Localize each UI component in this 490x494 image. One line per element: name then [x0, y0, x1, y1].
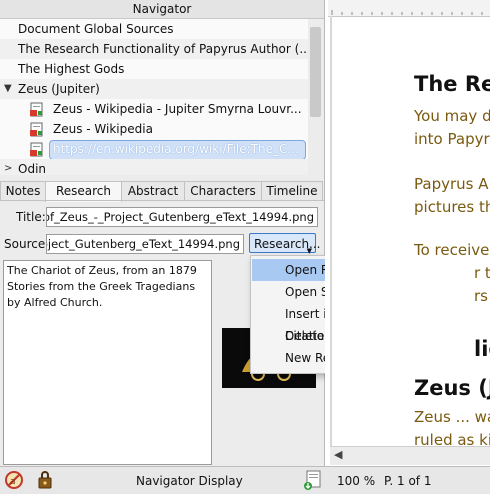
status-mode: Navigator Display [136, 474, 243, 488]
tab-notes[interactable]: Notes [0, 181, 46, 201]
research-document-icon [30, 142, 43, 157]
document-paragraph-line: You may d [414, 107, 490, 125]
source-label: Source: [4, 237, 50, 251]
document-paragraph-line: into Papyru [414, 130, 490, 148]
tree-item-label: https://en.wikipedia.org/wiki/File:The_C… [53, 142, 299, 156]
tab-timeline[interactable]: Timeline [261, 181, 323, 201]
document-heading: The Re [414, 72, 490, 96]
navigator-tabs: Notes Research Abstract Characters Timel… [0, 181, 324, 202]
source-field[interactable]: The_Chariot_of_Zeus_-_Project_Gutenberg_… [46, 234, 244, 254]
tree-item-selected[interactable]: https://en.wikipedia.org/wiki/File:The_C… [0, 139, 308, 159]
tab-characters[interactable]: Characters [184, 181, 262, 201]
tree-scrollbar-thumb[interactable] [310, 27, 321, 117]
document-status-icon[interactable] [302, 469, 324, 491]
tree-item[interactable]: Zeus - Wikipedia [0, 119, 308, 139]
svg-text:a: a [10, 477, 16, 487]
collapse-arrow-icon[interactable]: > [4, 159, 12, 175]
ruler-ticks [331, 10, 483, 15]
tree-item-label: Document Global Sources [18, 22, 174, 36]
tree-item-label: Zeus - Wikipedia [53, 122, 153, 136]
title-value: The_Chariot_of_Zeus_-_Project_Gutenberg_… [47, 210, 314, 224]
title-label: Title: [16, 210, 46, 224]
document-heading: Zeus (J [414, 376, 490, 400]
tree-item-label: The Research Functionality of Papyrus Au… [18, 42, 308, 56]
navigator-tree: Document Global Sources The Research Fun… [0, 19, 308, 175]
research-description[interactable]: The Chariot of Zeus, from an 1879 Storie… [3, 260, 212, 465]
document-paragraph-line: Papyrus A [414, 175, 489, 193]
ruler [328, 0, 490, 17]
tree-item-label: Zeus - Wikipedia - Jupiter Smyrna Louvr.… [53, 102, 302, 116]
tree-item[interactable]: The Highest Gods [0, 59, 308, 79]
tab-research[interactable]: Research [45, 181, 122, 202]
document-paragraph-line: pictures tha [414, 198, 490, 216]
navigator-title: Navigator [0, 0, 324, 19]
tree-item-label: Zeus (Jupiter) [18, 82, 100, 96]
tree-item[interactable]: > Odin [0, 159, 308, 175]
tree-item-label: Odin [18, 162, 47, 175]
page-indicator: P. 1 of 1 [384, 474, 432, 488]
tree-item[interactable]: Zeus - Wikipedia - Jupiter Smyrna Louvr.… [0, 99, 308, 119]
lock-icon[interactable] [35, 470, 55, 490]
description-text: The Chariot of Zeus, from an 1879 Storie… [7, 264, 197, 309]
horizontal-scrollbar[interactable]: ◀ [330, 446, 490, 465]
document-paragraph-line: rs [474, 287, 488, 305]
research-dropdown-button[interactable]: Research... ▼ [249, 233, 321, 255]
zoom-level[interactable]: 100 % [337, 474, 375, 488]
tree-item[interactable]: The Research Functionality of Papyrus Au… [0, 39, 308, 59]
title-field[interactable]: The_Chariot_of_Zeus_-_Project_Gutenberg_… [46, 207, 318, 227]
tabs-divider [0, 200, 324, 201]
document-paragraph-line: r t [474, 264, 490, 282]
page-margin-edge [330, 16, 332, 446]
document-heading: lig [474, 337, 490, 361]
research-document-icon [30, 102, 43, 117]
tree-item[interactable]: Document Global Sources [0, 19, 308, 39]
document-paragraph-line: Zeus ... wa [414, 408, 490, 426]
source-value: The_Chariot_of_Zeus_-_Project_Gutenberg_… [47, 237, 240, 251]
scroll-left-icon[interactable]: ◀ [334, 448, 342, 461]
expand-arrow-icon[interactable]: ▼ [4, 79, 12, 99]
research-document-icon [30, 122, 43, 137]
status-bar: a Navigator Display 100 % P. 1 of 1 [0, 466, 490, 494]
tree-item-label: The Highest Gods [18, 62, 125, 76]
tree-item[interactable]: ▼ Zeus (Jupiter) [0, 79, 308, 99]
document-paragraph-line: To receive [414, 241, 490, 259]
spellcheck-off-icon[interactable]: a [4, 470, 24, 490]
tab-abstract[interactable]: Abstract [121, 181, 185, 201]
